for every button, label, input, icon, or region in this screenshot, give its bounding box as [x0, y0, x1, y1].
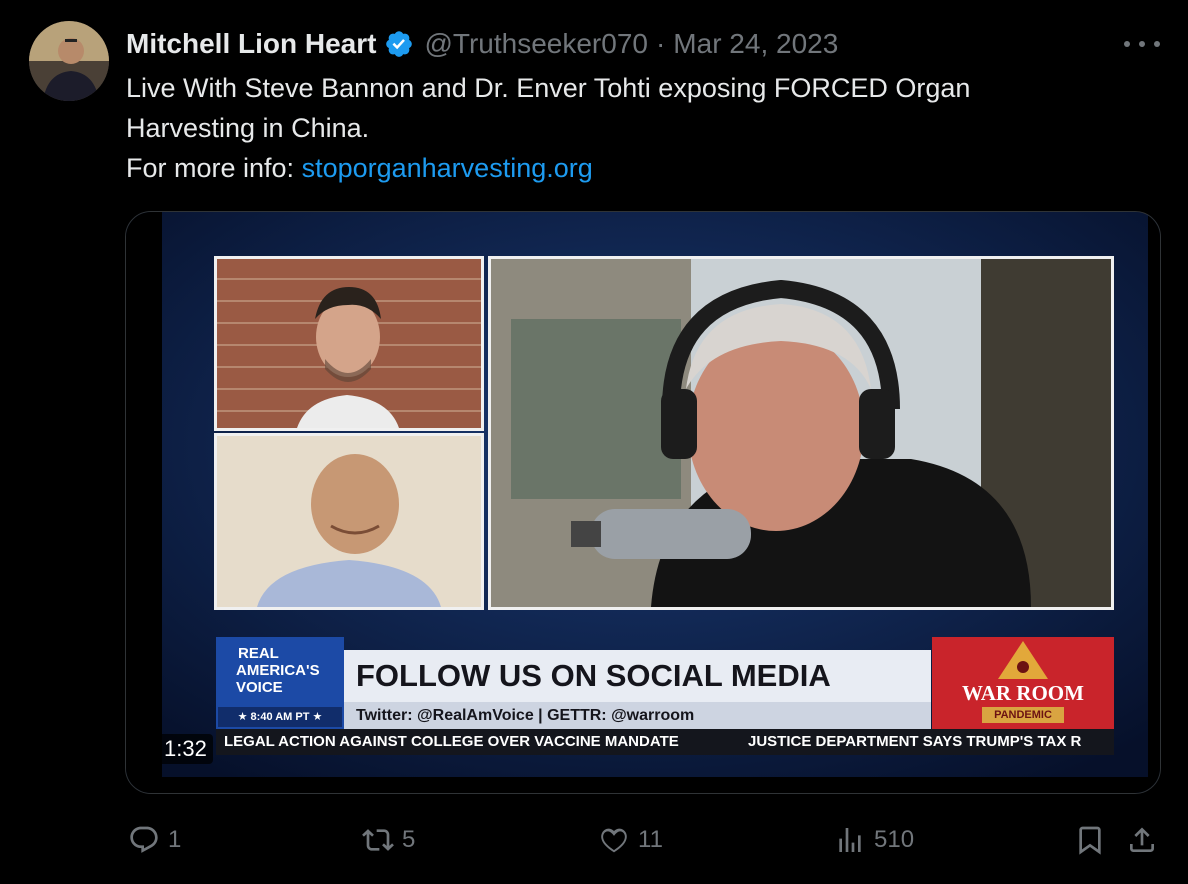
tweet-actions: 1 5 11 510 [0, 818, 1188, 862]
warning-triangle-icon [998, 641, 1048, 679]
external-link[interactable]: stoporganharvesting.org [302, 153, 593, 183]
host-video-panel [488, 256, 1114, 610]
show-name: WAR ROOM [962, 681, 1084, 705]
retweet-count: 5 [402, 826, 416, 853]
verified-badge-icon[interactable] [384, 29, 414, 59]
like-button[interactable]: 11 [598, 818, 663, 862]
video-player[interactable]: REAL AMERICA'S VOICE ★ 8:40 AM PT ★ FOLL… [125, 211, 1161, 794]
real-americas-voice-logo: REAL AMERICA'S VOICE ★ 8:40 AM PT ★ [216, 637, 344, 729]
bookmark-button[interactable] [1074, 818, 1106, 862]
share-icon [1130, 827, 1154, 852]
separator-dot: · [655, 28, 666, 59]
war-room-logo: WAR ROOM PANDEMIC [932, 637, 1114, 729]
more-options-icon[interactable] [1124, 34, 1160, 54]
author-avatar[interactable] [29, 21, 109, 101]
more-info-label: For more info: [126, 153, 302, 183]
crawl-item-1: LEGAL ACTION AGAINST COLLEGE OVER VACCIN… [224, 733, 679, 750]
lower-third-subline: Twitter: @RealAmVoice | GETTR: @warroom [344, 702, 931, 729]
news-crawl: LEGAL ACTION AGAINST COLLEGE OVER VACCIN… [216, 729, 1114, 755]
logo-line-1: REAL [238, 645, 279, 662]
author-name[interactable]: Mitchell Lion Heart [126, 28, 376, 60]
views-icon [839, 828, 861, 852]
logo-line-3: VOICE [236, 679, 283, 696]
logo-line-2: AMERICA'S [236, 662, 320, 679]
retweet-button[interactable]: 5 [362, 818, 415, 862]
tweet-header: Mitchell Lion Heart @Truthseeker070 · Ma… [126, 26, 838, 62]
heart-icon [601, 828, 627, 853]
reply-button[interactable]: 1 [128, 818, 181, 862]
show-subtitle: PANDEMIC [982, 707, 1064, 723]
video-duration: 1:32 [158, 734, 213, 764]
reply-icon [130, 826, 158, 853]
reply-count: 1 [168, 826, 182, 853]
like-count: 11 [638, 826, 663, 853]
retweet-icon [362, 829, 394, 851]
lower-third-headline: FOLLOW US ON SOCIAL MEDIA [344, 650, 931, 702]
views-count: 510 [874, 826, 915, 853]
tweet-text-line-3: For more info: stoporganharvesting.org [126, 148, 1126, 188]
tweet-text-line-2: Harvesting in China. [126, 113, 370, 143]
views-button[interactable]: 510 [834, 818, 914, 862]
guest-video-panel-2 [214, 433, 484, 610]
bookmark-icon [1079, 826, 1101, 855]
author-handle[interactable]: @Truthseeker070 [424, 28, 648, 60]
tweet-date[interactable]: Mar 24, 2023 [673, 28, 838, 60]
tweet-text-line-1: Live With Steve Bannon and Dr. Enver Toh… [126, 73, 971, 103]
guest-video-panel-1 [214, 256, 484, 431]
share-button[interactable] [1126, 818, 1158, 862]
crawl-item-2: JUSTICE DEPARTMENT SAYS TRUMP'S TAX R [748, 733, 1082, 750]
broadcast-time: ★ 8:40 AM PT ★ [218, 707, 342, 727]
tweet-text: Live With Steve Bannon and Dr. Enver Toh… [126, 68, 1126, 188]
